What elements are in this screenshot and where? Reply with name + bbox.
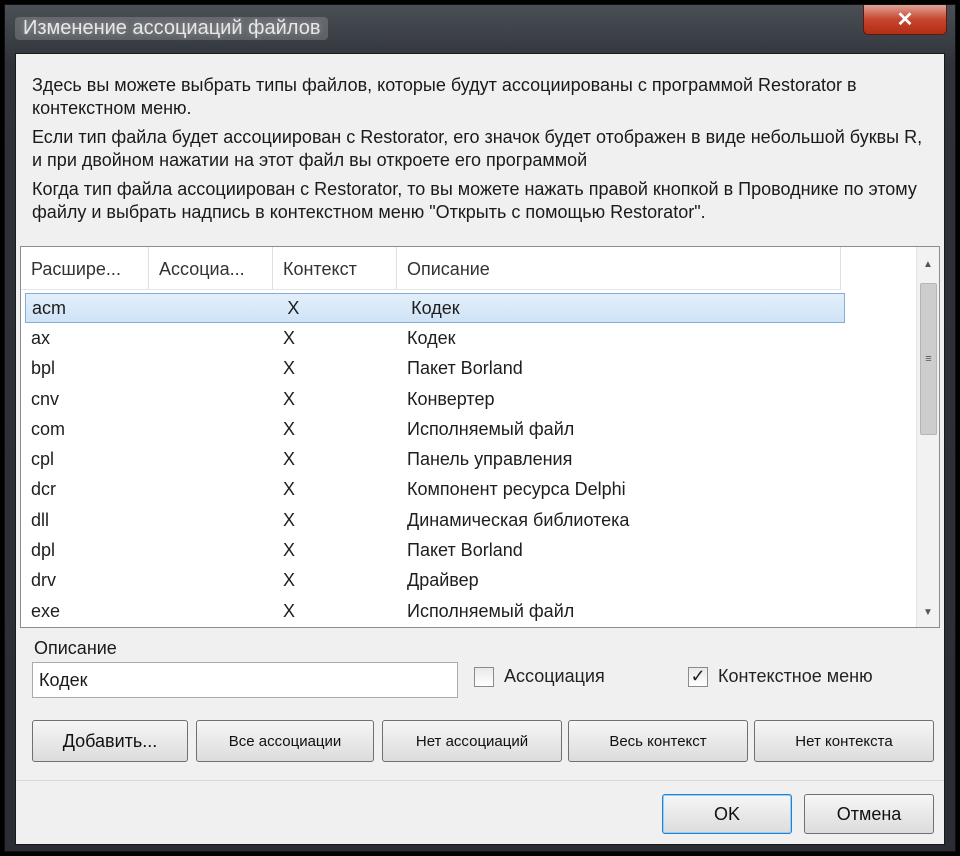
table-row[interactable]: cnv X Конвертер xyxy=(21,384,919,414)
title-bar: Изменение ассоциаций файлов ✕ xyxy=(5,5,955,49)
cell-context: X xyxy=(283,388,296,409)
context-menu-checkbox-label: Контекстное меню xyxy=(718,666,873,686)
cell-context: X xyxy=(283,479,296,500)
checkbox-checked-icon[interactable]: ✓ xyxy=(688,666,708,687)
table-row[interactable]: cpl X Панель управления xyxy=(21,444,919,474)
cell-context: X xyxy=(283,327,296,348)
cell-context: X xyxy=(283,540,296,561)
intro-text: Здесь вы можете выбрать типы файлов, кот… xyxy=(32,74,932,230)
cell-description: Кодек xyxy=(411,297,460,318)
cell-extension: cnv xyxy=(31,388,60,409)
table-row[interactable]: exe X Исполняемый файл xyxy=(21,596,919,626)
intro-paragraph-2: Если тип файла будет ассоциирован с Rest… xyxy=(32,127,923,170)
table-row[interactable]: com X Исполняемый файл xyxy=(21,414,919,444)
cell-context: X xyxy=(283,358,296,379)
cell-description: Панель управления xyxy=(407,449,573,470)
add-button[interactable]: Добавить... xyxy=(32,720,188,762)
association-checkbox[interactable]: Ассоциация xyxy=(474,666,605,687)
cell-context: X xyxy=(287,297,300,318)
ok-button[interactable]: OK xyxy=(662,794,792,834)
cell-extension: com xyxy=(31,418,66,439)
cell-extension: exe xyxy=(31,600,61,621)
all-associations-button[interactable]: Все ассоциации xyxy=(196,720,374,762)
cell-context: X xyxy=(283,600,296,621)
column-header-association[interactable]: Ассоциа... xyxy=(149,247,273,289)
table-row[interactable]: ax X Кодек xyxy=(21,323,919,353)
cell-extension: bpl xyxy=(31,358,56,379)
context-menu-checkbox[interactable]: ✓ Контекстное меню xyxy=(688,666,873,687)
no-associations-button[interactable]: Нет ассоциаций xyxy=(382,720,562,762)
cell-description: Динамическая библиотека xyxy=(407,509,630,530)
association-checkbox-label: Ассоциация xyxy=(504,666,605,686)
cell-extension: ax xyxy=(31,327,51,348)
dialog-client-area: Здесь вы можете выбрать типы файлов, кот… xyxy=(15,53,945,845)
cell-description: Конвертер xyxy=(407,388,495,409)
cell-extension: dll xyxy=(31,509,50,530)
cell-extension: cpl xyxy=(31,449,55,470)
scroll-up-icon[interactable]: ▲ xyxy=(917,253,939,275)
intro-paragraph-1: Здесь вы можете выбрать типы файлов, кот… xyxy=(32,75,857,118)
table-row[interactable]: acm X Кодек xyxy=(25,293,845,324)
column-header-description[interactable]: Описание xyxy=(397,247,841,289)
grip-icon: ≡ xyxy=(925,353,932,365)
cancel-button[interactable]: Отмена xyxy=(804,794,934,834)
scroll-down-icon[interactable]: ▼ xyxy=(917,601,939,623)
dialog-window: Изменение ассоциаций файлов ✕ Здесь вы м… xyxy=(4,4,956,852)
cell-description: Пакет Borland xyxy=(407,358,523,379)
cell-context: X xyxy=(283,570,296,591)
vertical-scrollbar[interactable]: ▲ ≡ ▼ xyxy=(916,247,939,627)
all-context-button[interactable]: Весь контекст xyxy=(568,720,748,762)
column-header-extension[interactable]: Расшире... xyxy=(21,247,149,289)
close-button[interactable]: ✕ xyxy=(863,5,947,35)
cell-extension: acm xyxy=(32,297,67,318)
description-label: Описание xyxy=(34,638,117,658)
cell-description: Исполняемый файл xyxy=(407,418,575,439)
cell-description: Исполняемый файл xyxy=(407,600,575,621)
cell-extension: dcr xyxy=(31,479,57,500)
list-header: Расшире... Ассоциа... Контекст Описание xyxy=(21,247,841,290)
separator xyxy=(16,780,944,781)
checkbox-box[interactable] xyxy=(474,666,494,687)
table-row[interactable]: dcr X Компонент ресурса Delphi xyxy=(21,475,919,505)
cell-context: X xyxy=(283,509,296,530)
cell-context: X xyxy=(283,449,296,470)
file-types-list[interactable]: Расшире... Ассоциа... Контекст Описание … xyxy=(20,246,940,628)
cell-description: Кодек xyxy=(407,327,456,348)
cell-description: Драйвер xyxy=(407,570,479,591)
intro-paragraph-3: Когда тип файла ассоциирован с Restorato… xyxy=(32,179,917,222)
window-title: Изменение ассоциаций файлов xyxy=(15,17,329,40)
table-row[interactable]: drv X Драйвер xyxy=(21,566,919,596)
scroll-thumb[interactable]: ≡ xyxy=(920,283,937,435)
cell-extension: drv xyxy=(31,570,57,591)
description-input[interactable]: Кодек xyxy=(32,662,458,698)
column-header-context[interactable]: Контекст xyxy=(273,247,397,289)
table-row[interactable]: dll X Динамическая библиотека xyxy=(21,505,919,535)
table-row[interactable]: dpl X Пакет Borland xyxy=(21,535,919,565)
list-rows: acm X Кодек ax X Кодек bpl X Пакет Borland cnv X Ко… xyxy=(21,293,919,626)
cell-description: Пакет Borland xyxy=(407,540,523,561)
cell-extension: dpl xyxy=(31,540,56,561)
close-icon: ✕ xyxy=(896,9,914,31)
no-context-button[interactable]: Нет контекста xyxy=(754,720,934,762)
table-row[interactable]: bpl X Пакет Borland xyxy=(21,354,919,384)
cell-description: Компонент ресурса Delphi xyxy=(407,479,626,500)
cell-context: X xyxy=(283,418,296,439)
